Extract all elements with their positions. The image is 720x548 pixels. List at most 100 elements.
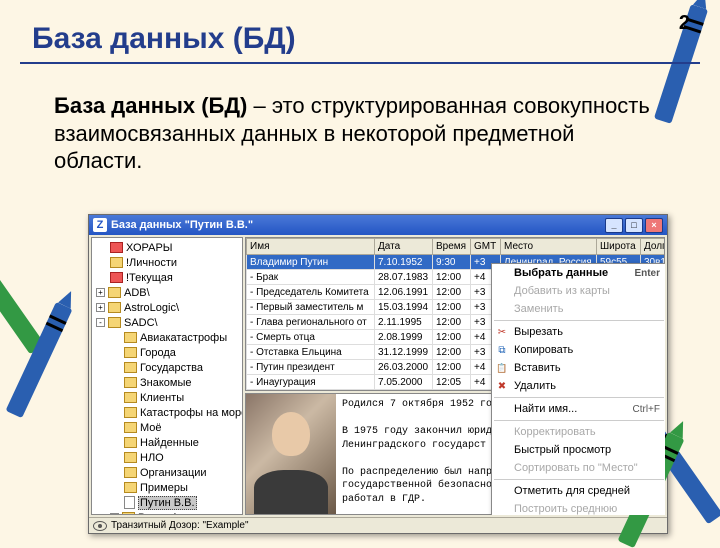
tree-item[interactable]: !Текущая xyxy=(92,270,242,285)
tree-item-label: !Текущая xyxy=(126,272,173,284)
table-cell: - Председатель Комитета xyxy=(247,285,375,300)
tree-item[interactable]: + ADB\ xyxy=(92,285,242,300)
tree-item[interactable]: + AstroLogic\ xyxy=(92,300,242,315)
tree-item[interactable]: Организации xyxy=(92,465,242,480)
tree-item-label: НЛО xyxy=(140,452,164,464)
menu-item[interactable]: Найти имя...Ctrl+F xyxy=(492,400,665,418)
tree-item[interactable]: Путин В.В. xyxy=(92,495,242,510)
folder-icon xyxy=(108,317,121,328)
column-header[interactable]: Имя xyxy=(247,239,375,255)
folder-icon xyxy=(110,242,123,253)
column-header[interactable]: Место xyxy=(501,239,597,255)
column-header[interactable]: GMT xyxy=(471,239,501,255)
menu-item-label: Построить среднюю xyxy=(514,503,617,515)
tree-item[interactable]: Катастрофы на море xyxy=(92,405,242,420)
table-cell: 12:00 xyxy=(433,315,471,330)
table-cell: 26.03.2000 xyxy=(375,360,433,375)
tree-item[interactable]: Государства xyxy=(92,360,242,375)
menu-item-label: Найти имя... xyxy=(514,403,577,415)
minimize-button[interactable]: _ xyxy=(605,218,623,233)
menu-item-label: Выбрать данные xyxy=(514,267,608,279)
expand-toggle[interactable]: + xyxy=(96,288,105,297)
table-cell: 12:00 xyxy=(433,360,471,375)
tree-item[interactable]: Найденные xyxy=(92,435,242,450)
folder-icon xyxy=(110,257,123,268)
menu-separator xyxy=(494,397,664,398)
table-cell: 15.03.1994 xyxy=(375,300,433,315)
menu-item-label: Добавить из карты xyxy=(514,285,610,297)
menu-item-label: Вставить xyxy=(514,362,561,374)
tree-item[interactable]: -SADC\ xyxy=(92,315,242,330)
paste-icon xyxy=(495,361,509,375)
expand-toggle[interactable]: - xyxy=(96,318,105,327)
tree-item-label: Разное\ xyxy=(138,512,177,516)
table-cell: - Брак xyxy=(247,270,375,285)
tree-item-label: Государства xyxy=(140,362,203,374)
tree-item[interactable]: Примеры xyxy=(92,480,242,495)
biography-text: Родился 7 октября 1952 го В 1975 году за… xyxy=(336,394,498,514)
tree-item[interactable]: Клиенты xyxy=(92,390,242,405)
expand-toggle[interactable]: + xyxy=(110,513,119,515)
definition-bold: База данных (БД) xyxy=(54,93,247,118)
column-header[interactable]: Дата xyxy=(375,239,433,255)
folder-icon xyxy=(124,362,137,373)
folder-icon xyxy=(122,512,135,515)
tree-item-label: Путин В.В. xyxy=(138,496,197,510)
folder-icon xyxy=(124,332,137,343)
table-cell: 9:30 xyxy=(433,255,471,270)
close-button[interactable]: × xyxy=(645,218,663,233)
slide-title: База данных (БД) xyxy=(32,22,296,56)
table-cell: 12.06.1991 xyxy=(375,285,433,300)
context-menu[interactable]: Выбрать данные Enter Добавить из карты Заме… xyxy=(491,263,665,515)
menu-shortcut: Enter xyxy=(634,268,660,279)
folder-icon xyxy=(124,482,137,493)
table-cell: - Первый заместитель м xyxy=(247,300,375,315)
tree-item[interactable]: Знакомые xyxy=(92,375,242,390)
tree-item[interactable]: Авиакатастрофы xyxy=(92,330,242,345)
maximize-button[interactable]: □ xyxy=(625,218,643,233)
menu-item[interactable]: Копировать xyxy=(492,341,665,359)
menu-separator xyxy=(494,479,664,480)
window-title: База данных "Путин В.В." xyxy=(111,219,253,231)
menu-item: Корректировать xyxy=(492,423,665,441)
tree-item-label: !Личности xyxy=(126,257,177,269)
table-cell: 12:00 xyxy=(433,300,471,315)
menu-separator xyxy=(494,320,664,321)
definition-text: База данных (БД) – это структурированная… xyxy=(54,92,660,175)
expand-toggle[interactable]: + xyxy=(96,303,105,312)
column-header[interactable]: Долгота xyxy=(641,239,666,255)
status-bar: Транзитный Дозор: "Example" xyxy=(89,517,667,533)
table-cell: - Инаугурация xyxy=(247,375,375,390)
column-header[interactable]: Широта xyxy=(597,239,641,255)
menu-item-label: Вырезать xyxy=(514,326,563,338)
table-cell: 7.05.2000 xyxy=(375,375,433,390)
tree-item[interactable]: ХОРАРЫ xyxy=(92,240,242,255)
tree-item[interactable]: + Разное\ xyxy=(92,510,242,515)
menu-item-label: Сортировать по "Место" xyxy=(514,462,638,474)
folder-icon xyxy=(124,422,137,433)
menu-item-label: Корректировать xyxy=(514,426,596,438)
menu-item[interactable]: Вырезать xyxy=(492,323,665,341)
tree-view[interactable]: ХОРАРЫ !Личности !Текущая + ADB\ + AstroLogic\… xyxy=(91,237,243,515)
tree-item-label: AstroLogic\ xyxy=(124,302,179,314)
menu-item[interactable]: Выбрать данные Enter xyxy=(492,264,665,282)
table-cell: 12:00 xyxy=(433,330,471,345)
tree-item[interactable]: Города xyxy=(92,345,242,360)
folder-icon xyxy=(124,407,137,418)
menu-item[interactable]: Быстрый просмотр xyxy=(492,441,665,459)
column-header[interactable]: Время xyxy=(433,239,471,255)
tree-item[interactable]: Моё xyxy=(92,420,242,435)
tree-item[interactable]: !Личности xyxy=(92,255,242,270)
tree-item-label: ADB\ xyxy=(124,287,150,299)
del-icon xyxy=(495,379,509,393)
table-cell: 2.08.1999 xyxy=(375,330,433,345)
menu-item[interactable]: Вставить xyxy=(492,359,665,377)
table-cell: 2.11.1995 xyxy=(375,315,433,330)
menu-item[interactable]: Удалить xyxy=(492,377,665,395)
menu-item: Заменить xyxy=(492,300,665,318)
title-underline xyxy=(20,62,700,64)
tree-item-label: Найденные xyxy=(140,437,199,449)
tree-item[interactable]: НЛО xyxy=(92,450,242,465)
window-titlebar[interactable]: Z База данных "Путин В.В." _ □ × xyxy=(89,215,667,235)
menu-item[interactable]: Отметить для средней xyxy=(492,482,665,500)
